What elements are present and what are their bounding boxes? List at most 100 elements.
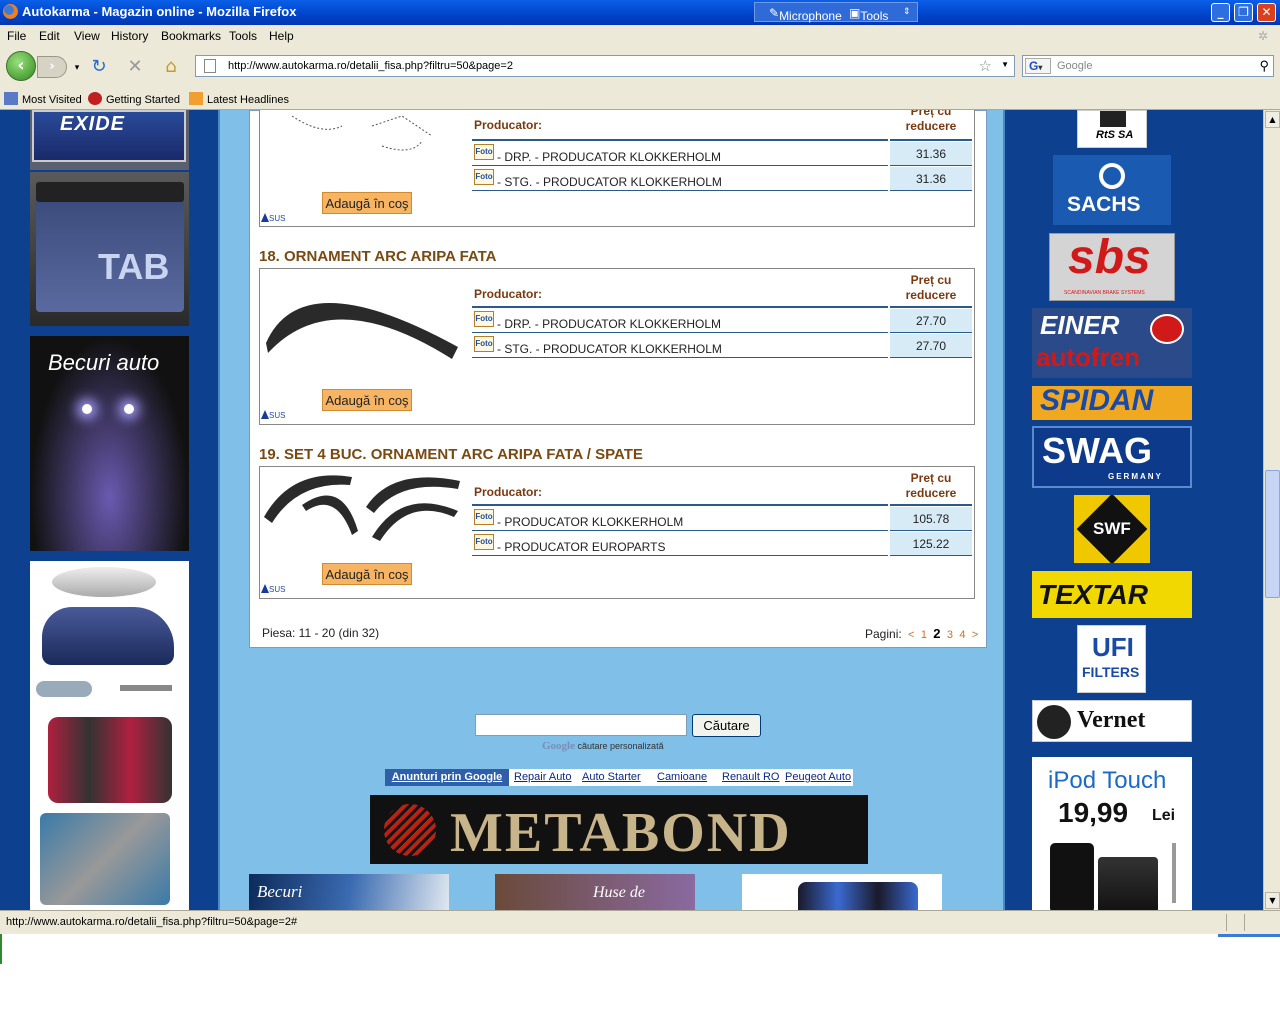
page-1-link[interactable]: 1	[921, 629, 927, 641]
ads-by-google-link[interactable]: Anunturi prin Google	[385, 769, 509, 786]
url-dropdown-icon[interactable]: ▼	[1001, 60, 1009, 69]
ad-link-repair-auto[interactable]: Repair Auto	[514, 771, 571, 783]
foto-icon[interactable]: Foto	[474, 311, 494, 327]
swf-label: SWF	[1093, 519, 1131, 538]
next-page-link[interactable]: >	[972, 629, 978, 641]
history-dropdown-icon[interactable]: ▾	[66, 57, 88, 79]
textar-logo[interactable]: TEXTAR	[1032, 571, 1192, 618]
bookmark-star-icon[interactable]: ☆	[979, 57, 992, 75]
maximize-button[interactable]: ❐	[1234, 3, 1253, 22]
bookmark-getting-started[interactable]: Getting Started	[88, 92, 180, 106]
sbs-label: sbs	[1068, 233, 1151, 284]
status-text: http://www.autokarma.ro/detalii_fisa.php…	[6, 916, 298, 928]
seat-covers-banner[interactable]	[742, 874, 942, 910]
back-to-top-link[interactable]: SUS	[261, 584, 285, 594]
vertical-scrollbar[interactable]: ▲ ▼	[1263, 110, 1280, 910]
menu-bookmarks[interactable]: Bookmarks	[161, 29, 221, 43]
einer-label: EINER	[1040, 310, 1120, 340]
site-search-input[interactable]	[475, 714, 687, 736]
menu-view[interactable]: View	[74, 29, 100, 43]
autofren-label: autofren	[1036, 342, 1140, 372]
swag-logo[interactable]: SWAG GERMANY	[1032, 426, 1192, 488]
menu-history[interactable]: History	[111, 29, 148, 43]
pagination-label: Pagini:	[865, 627, 902, 641]
close-button[interactable]: ✕	[1257, 3, 1276, 22]
menu-tools[interactable]: Tools	[229, 29, 257, 43]
pret-header: Preț cu reducere	[905, 110, 957, 133]
reload-icon[interactable]: ↻	[88, 56, 110, 78]
foto-icon[interactable]: Foto	[474, 169, 494, 185]
vernet-label: Vernet	[1077, 707, 1146, 733]
scroll-down-arrow-icon[interactable]: ▼	[1265, 892, 1280, 909]
ad-link-auto-starter[interactable]: Auto Starter	[582, 771, 641, 783]
variant-name: - STG. - PRODUCATOR KLOKKERHOLM	[497, 175, 722, 189]
spidan-logo[interactable]: SPIDAN	[1032, 386, 1192, 420]
product-image[interactable]	[262, 269, 460, 369]
url-bar[interactable]: http://www.autokarma.ro/detalii_fisa.php…	[195, 55, 1015, 77]
tab-battery-ad[interactable]: TAB	[30, 172, 189, 326]
producator-header: Producator:	[474, 287, 543, 301]
product-title[interactable]: 18. ORNAMENT ARC ARIPA FATA	[259, 248, 497, 265]
page-3-link[interactable]: 3	[947, 629, 953, 641]
product-image[interactable]	[262, 110, 460, 202]
tools-button[interactable]: ▣ Tools	[849, 6, 888, 23]
vernet-logo[interactable]: Vernet	[1032, 700, 1192, 742]
ipod-touch-ad[interactable]: iPod Touch 19,99 Lei	[1032, 757, 1192, 910]
swf-logo[interactable]: SWF	[1074, 495, 1150, 563]
sachs-logo[interactable]: SACHS	[1053, 155, 1171, 225]
sus-label: SUS	[269, 411, 286, 420]
huse-banner[interactable]: Huse de	[495, 874, 695, 910]
bookmark-latest-headlines[interactable]: Latest Headlines	[189, 92, 289, 106]
prev-page-link[interactable]: <	[908, 629, 914, 641]
microphone-button[interactable]: ✎ Microphone	[769, 6, 842, 23]
table-header: Producator: Preț cu reducere	[472, 467, 972, 503]
add-to-cart-button[interactable]: Adaugă în coş	[322, 192, 412, 214]
swag-germany-label: GERMANY	[1108, 472, 1163, 481]
site-search-button[interactable]: Căutare	[692, 714, 761, 737]
search-placeholder: Google	[1057, 60, 1093, 72]
back-button[interactable]: ‹	[6, 51, 36, 81]
einer-autofren-logo[interactable]: EINER autofren	[1032, 308, 1192, 378]
accessories-ad[interactable]	[30, 561, 189, 910]
bookmark-most-visited[interactable]: Most Visited	[4, 92, 82, 106]
product-title[interactable]: 19. SET 4 BUC. ORNAMENT ARC ARIPA FATA /…	[259, 446, 643, 463]
variant-name: - DRP. - PRODUCATOR KLOKKERHOLM	[497, 150, 722, 164]
back-to-top-link[interactable]: SUS	[261, 213, 285, 223]
page-4-link[interactable]: 4	[959, 629, 965, 641]
foto-icon[interactable]: Foto	[474, 336, 494, 352]
home-icon[interactable]: ⌂	[160, 56, 182, 78]
ad-link-peugeot-auto[interactable]: Peugeot Auto	[785, 771, 851, 783]
rts-logo[interactable]: RtS SA	[1077, 110, 1147, 148]
scrollbar-thumb[interactable]	[1265, 470, 1280, 598]
menu-file[interactable]: File	[7, 29, 26, 43]
google-engine-icon[interactable]: G▾	[1025, 58, 1051, 74]
foto-icon[interactable]: Foto	[474, 509, 494, 525]
add-to-cart-button[interactable]: Adaugă în coş	[322, 389, 412, 411]
becuri-auto-ad[interactable]: Becuri auto	[30, 336, 189, 551]
minimize-button[interactable]: _	[1211, 3, 1230, 22]
foto-icon[interactable]: Foto	[474, 144, 494, 160]
sbs-logo[interactable]: sbs SCANDINAVIAN BRAKE SYSTEMS	[1049, 233, 1175, 301]
back-to-top-link[interactable]: SUS	[261, 410, 285, 420]
add-to-cart-button[interactable]: Adaugă în coş	[322, 563, 412, 585]
exide-battery-ad[interactable]: EXIDE	[30, 110, 189, 170]
ufi-filters-logo[interactable]: UFI FILTERS	[1077, 625, 1146, 693]
scroll-up-arrow-icon[interactable]: ▲	[1265, 111, 1280, 128]
search-icon[interactable]: ⚲	[1259, 58, 1269, 74]
menu-help[interactable]: Help	[269, 29, 294, 43]
page-icon	[204, 59, 216, 73]
search-bar[interactable]: G▾ Google ⚲	[1022, 55, 1274, 77]
table-row: Foto - PRODUCATOR EUROPARTS 125.22	[472, 532, 972, 556]
ad-link-renault-ro[interactable]: Renault RO	[722, 771, 779, 783]
forward-button[interactable]: ›	[37, 56, 67, 78]
ad-link-camioane[interactable]: Camioane	[657, 771, 707, 783]
stop-icon[interactable]: ✕	[124, 56, 146, 78]
metabond-banner[interactable]: METABOND	[370, 795, 868, 864]
becuri-banner[interactable]: Becuri	[249, 874, 449, 910]
foto-icon[interactable]: Foto	[474, 534, 494, 550]
product-image[interactable]	[262, 467, 460, 547]
menu-edit[interactable]: Edit	[39, 29, 60, 43]
langbar-options-icon[interactable]: ⇕	[903, 6, 911, 17]
language-bar[interactable]: ✎ Microphone ▣ Tools ⇕	[754, 2, 918, 23]
variant-price: 27.70	[890, 334, 972, 358]
